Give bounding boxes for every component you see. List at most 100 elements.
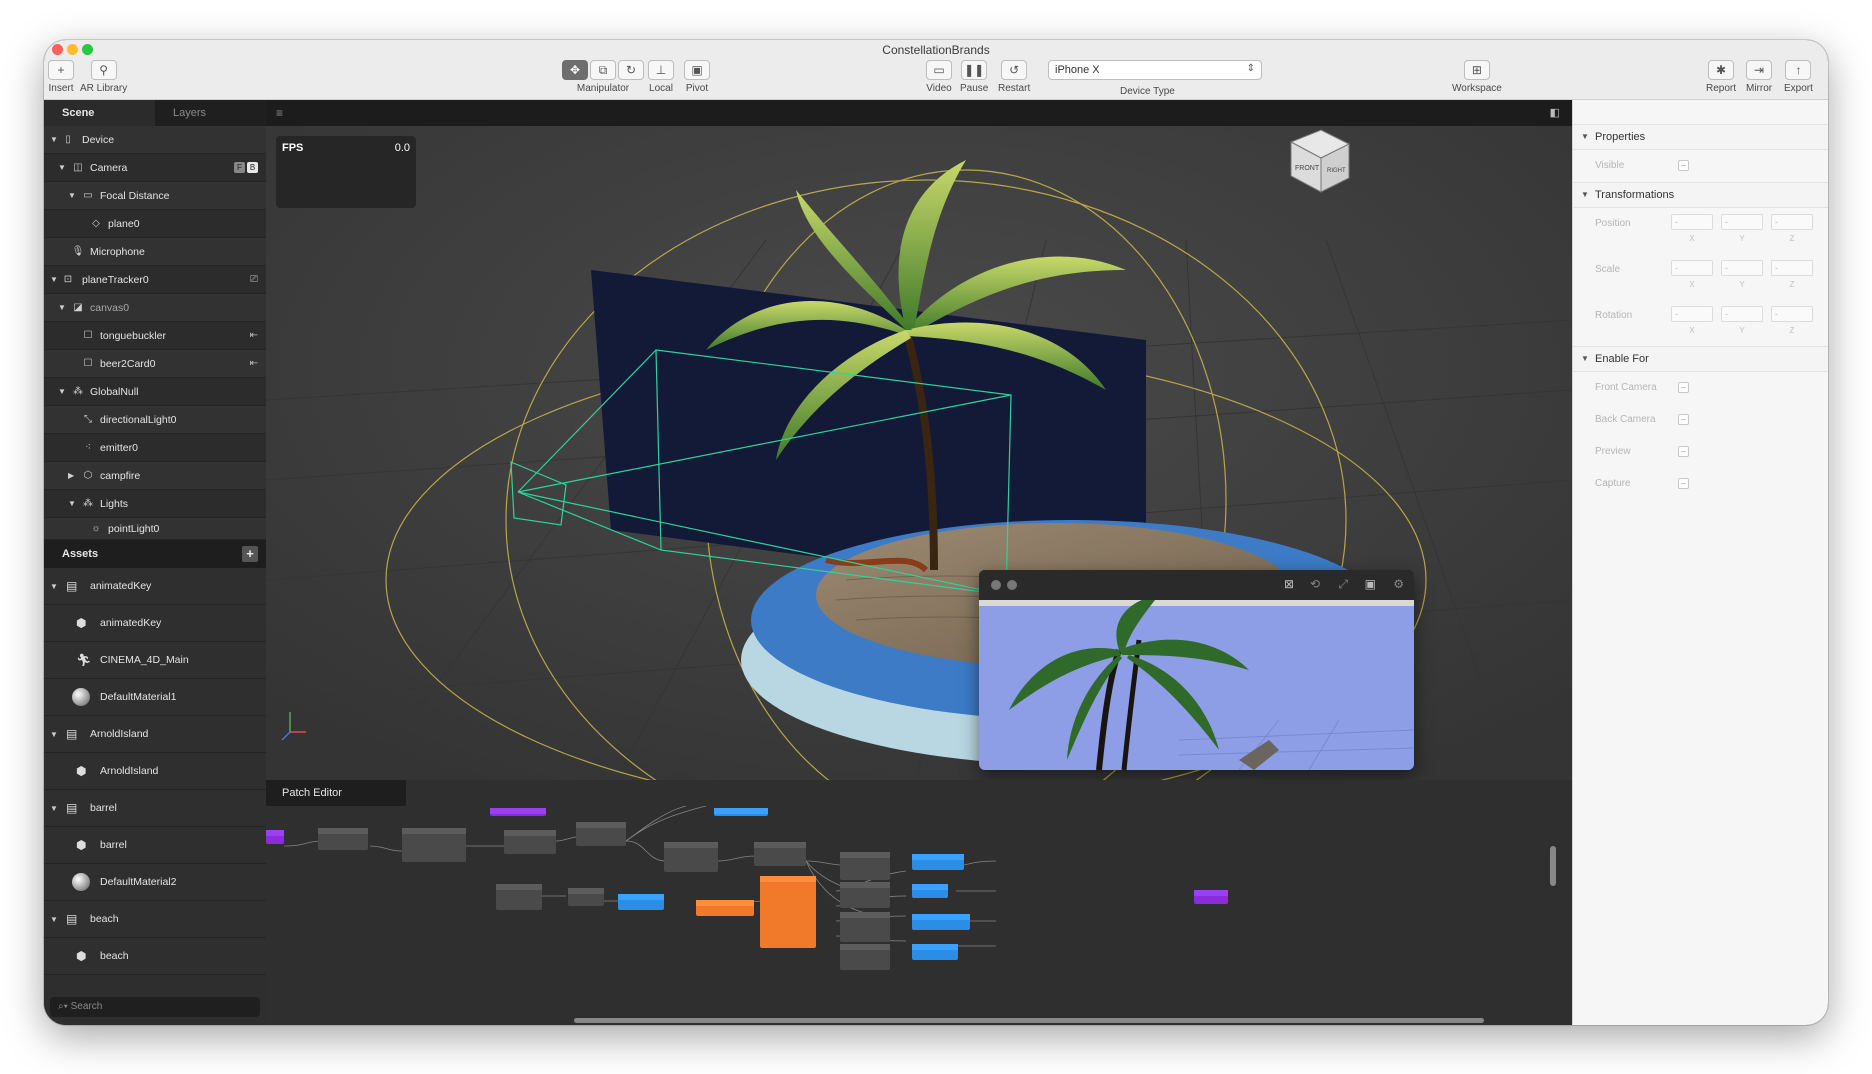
gesture-icon[interactable]: ⤢ [1338,577,1348,592]
export-button[interactable]: ↑ Export [1784,60,1813,94]
patch-node[interactable] [618,894,664,910]
tab-patch-editor[interactable]: Patch Editor [266,780,406,806]
pin-left-icon[interactable]: ⇤ [250,330,258,341]
patch-node[interactable] [912,914,970,930]
scene-viewport[interactable]: FRONT RIGHT ≡ ◧ FPS 0.0 ⊠ ⟲ ⤢ ▣ ⚙ [266,100,1572,780]
simulator-preview-window[interactable]: ⊠ ⟲ ⤢ ▣ ⚙ [979,570,1414,770]
rotate-device-icon[interactable]: ⟲ [1310,577,1320,591]
patch-node[interactable] [266,830,284,844]
pivot-button[interactable]: ▣ Pivot [684,60,710,94]
patch-node[interactable] [664,842,718,872]
ar-library-button[interactable]: ⚲ AR Library [80,60,127,94]
tree-item-tonguebuckler[interactable]: ☐ tonguebuckler ⇤ [44,322,266,350]
disclosure-open-icon[interactable]: ▼ [50,275,58,284]
asset-group-beach[interactable]: ▼ ▤ beach [44,901,266,938]
patch-node[interactable] [840,852,890,880]
tree-item-plane0[interactable]: ◇ plane0 [44,210,266,238]
patch-node[interactable] [496,884,542,910]
scale-x-field[interactable]: - [1671,260,1713,276]
disclosure-open-icon[interactable]: ▼ [58,387,66,396]
patch-node[interactable] [504,830,556,854]
patch-node[interactable] [840,882,890,908]
patch-node[interactable] [318,828,368,850]
asset-item-animatedkey[interactable]: ⬢ animatedKey [44,605,266,642]
patch-node[interactable] [912,854,964,870]
disclosure-open-icon[interactable]: ▼ [68,499,76,508]
patch-node[interactable] [576,822,626,846]
rotate-icon[interactable]: ↻ [618,60,644,80]
back-badge[interactable]: B [247,162,258,173]
disclosure-open-icon[interactable]: ▼ [50,135,58,144]
disclosure-open-icon[interactable]: ▼ [58,163,66,172]
patch-node[interactable] [1194,890,1228,904]
mirror-button[interactable]: ⇥ Mirror [1746,60,1772,94]
tree-item-planetracker0[interactable]: ▼ ⊡ planeTracker0 ⎚ [44,266,266,294]
patch-node[interactable] [912,944,958,960]
front-badge[interactable]: F [234,162,245,173]
video-button[interactable]: ▭ Video [926,60,952,94]
position-y-field[interactable]: - [1721,214,1763,230]
preview-checkbox[interactable]: – [1678,446,1689,457]
hamburger-menu-icon[interactable]: ≡ [276,106,283,120]
tree-item-globalnull[interactable]: ▼ ⁂ GlobalNull [44,378,266,406]
preview-minimize-button[interactable] [1007,580,1017,590]
properties-section-header[interactable]: ▼ Properties [1573,124,1828,150]
report-button[interactable]: ✱ Report [1706,60,1736,94]
capture-checkbox[interactable]: – [1678,478,1689,489]
tab-layers[interactable]: Layers [155,100,266,126]
patch-horizontal-scrollbar[interactable] [574,1018,1484,1023]
asset-item-defaultmaterial1[interactable]: DefaultMaterial1 [44,679,266,716]
patch-node[interactable] [696,900,754,916]
asset-group-arnoldisland[interactable]: ▼ ▤ ArnoldIsland [44,716,266,753]
disclosure-open-icon[interactable]: ▼ [58,303,66,312]
pin-left-icon[interactable]: ⇤ [250,358,258,369]
patch-node[interactable] [840,912,890,942]
disclosure-open-icon[interactable]: ▼ [50,804,58,813]
patch-node[interactable] [402,828,466,862]
patch-node[interactable] [912,884,948,898]
maximize-viewport-icon[interactable]: ◧ [1550,106,1560,119]
tree-item-microphone[interactable]: 🎙︎ Microphone [44,238,266,266]
asset-item-beach[interactable]: ⬢ beach [44,938,266,975]
asset-group-animatedkey[interactable]: ▼ ▤ animatedKey [44,568,266,605]
preview-close-button[interactable] [991,580,1001,590]
asset-item-cinema4d-main[interactable]: 🏃︎ CINEMA_4D_Main [44,642,266,679]
front-camera-checkbox[interactable]: – [1678,382,1689,393]
patch-node[interactable] [840,944,890,970]
patch-node[interactable] [568,888,604,906]
position-x-field[interactable]: - [1671,214,1713,230]
add-asset-button[interactable]: + [242,546,258,562]
tracker-camera-icon[interactable]: ⎚ [250,274,258,285]
patch-node[interactable] [714,808,768,816]
back-camera-checkbox[interactable]: – [1678,414,1689,425]
tree-item-campfire[interactable]: ▶ ⬡ campfire [44,462,266,490]
tree-item-directionallight0[interactable]: ⤡ directionalLight0 [44,406,266,434]
tab-scene[interactable]: Scene [44,100,155,126]
scale-z-field[interactable]: - [1771,260,1813,276]
pause-button[interactable]: ❚❚ Pause [960,60,988,94]
restart-button[interactable]: ↺ Restart [998,60,1030,94]
position-z-field[interactable]: - [1771,214,1813,230]
scale-icon[interactable]: ⧉ [590,60,616,80]
tree-item-device[interactable]: ▼ ▯ Device [44,126,266,154]
transformations-section-header[interactable]: ▼ Transformations [1573,182,1828,208]
scale-y-field[interactable]: - [1721,260,1763,276]
tree-item-beer2card0[interactable]: ☐ beer2Card0 ⇤ [44,350,266,378]
asset-item-defaultmaterial2[interactable]: DefaultMaterial2 [44,864,266,901]
asset-group-barrel[interactable]: ▼ ▤ barrel [44,790,266,827]
asset-item-arnoldisland[interactable]: ⬢ ArnoldIsland [44,753,266,790]
screenshot-icon[interactable]: ⊠ [1284,577,1294,591]
tree-item-focal-distance[interactable]: ▼ ▭ Focal Distance [44,182,266,210]
disclosure-closed-icon[interactable]: ▶ [68,471,74,480]
insert-button[interactable]: + Insert [48,60,74,94]
rotation-x-field[interactable]: - [1671,306,1713,322]
local-button[interactable]: ⊥ Local [648,60,674,94]
patch-node[interactable] [754,842,806,866]
patch-canvas[interactable] [266,806,1556,1025]
device-type-select[interactable]: iPhone X ⇕ [1048,60,1262,80]
tree-item-pointlight0[interactable]: ☼ pointLight0 [44,518,266,540]
disclosure-open-icon[interactable]: ▼ [68,191,76,200]
device-frame-icon[interactable]: ▣ [1365,577,1376,591]
gear-icon[interactable]: ⚙ [1393,577,1404,591]
tree-item-lights[interactable]: ▼ ⁂ Lights [44,490,266,518]
